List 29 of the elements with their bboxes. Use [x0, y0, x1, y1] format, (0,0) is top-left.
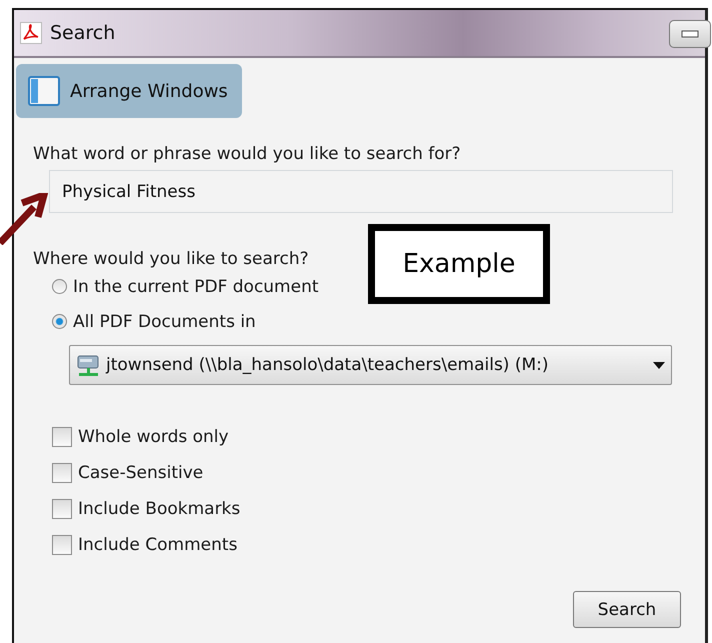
dropdown-caret-icon [653, 362, 665, 368]
minimize-icon [681, 30, 699, 38]
search-prompt: What word or phrase would you like to search for? [33, 144, 461, 164]
checkbox[interactable] [52, 427, 72, 447]
checkbox-option[interactable]: Include Comments [52, 527, 705, 563]
location-dropdown[interactable]: jtownsend (\\bla_hansolo\data\teachers\emails) (M:) [69, 345, 672, 385]
pdf-logo-icon [20, 22, 42, 44]
arrow [0, 193, 48, 245]
window-title: Search [50, 22, 116, 44]
checkbox[interactable] [52, 463, 72, 483]
search-field[interactable]: Physical Fitness [49, 170, 673, 213]
checkbox-label: Case-Sensitive [78, 463, 204, 483]
example-callout: Example [368, 224, 550, 304]
checkbox-label: Include Bookmarks [78, 499, 240, 519]
radio-label: All PDF Documents in [73, 312, 256, 332]
checkbox-label: Whole words only [78, 427, 229, 447]
minimize-button[interactable] [669, 20, 711, 48]
radio-option[interactable]: All PDF Documents in [52, 304, 705, 339]
checkbox[interactable] [52, 535, 72, 555]
window-layout-icon [28, 76, 60, 106]
search-button[interactable]: Search [573, 591, 681, 628]
location-prompt: Where would you like to search? [33, 249, 309, 269]
checkbox[interactable] [52, 499, 72, 519]
checkbox-option[interactable]: Whole words only [52, 419, 705, 455]
checkbox-option[interactable]: Case-Sensitive [52, 455, 705, 491]
arrange-windows-button[interactable]: Arrange Windows [16, 64, 242, 118]
checkbox-option[interactable]: Include Bookmarks [52, 491, 705, 527]
checkbox-label: Include Comments [78, 535, 238, 555]
radio-label: In the current PDF document [73, 276, 319, 296]
